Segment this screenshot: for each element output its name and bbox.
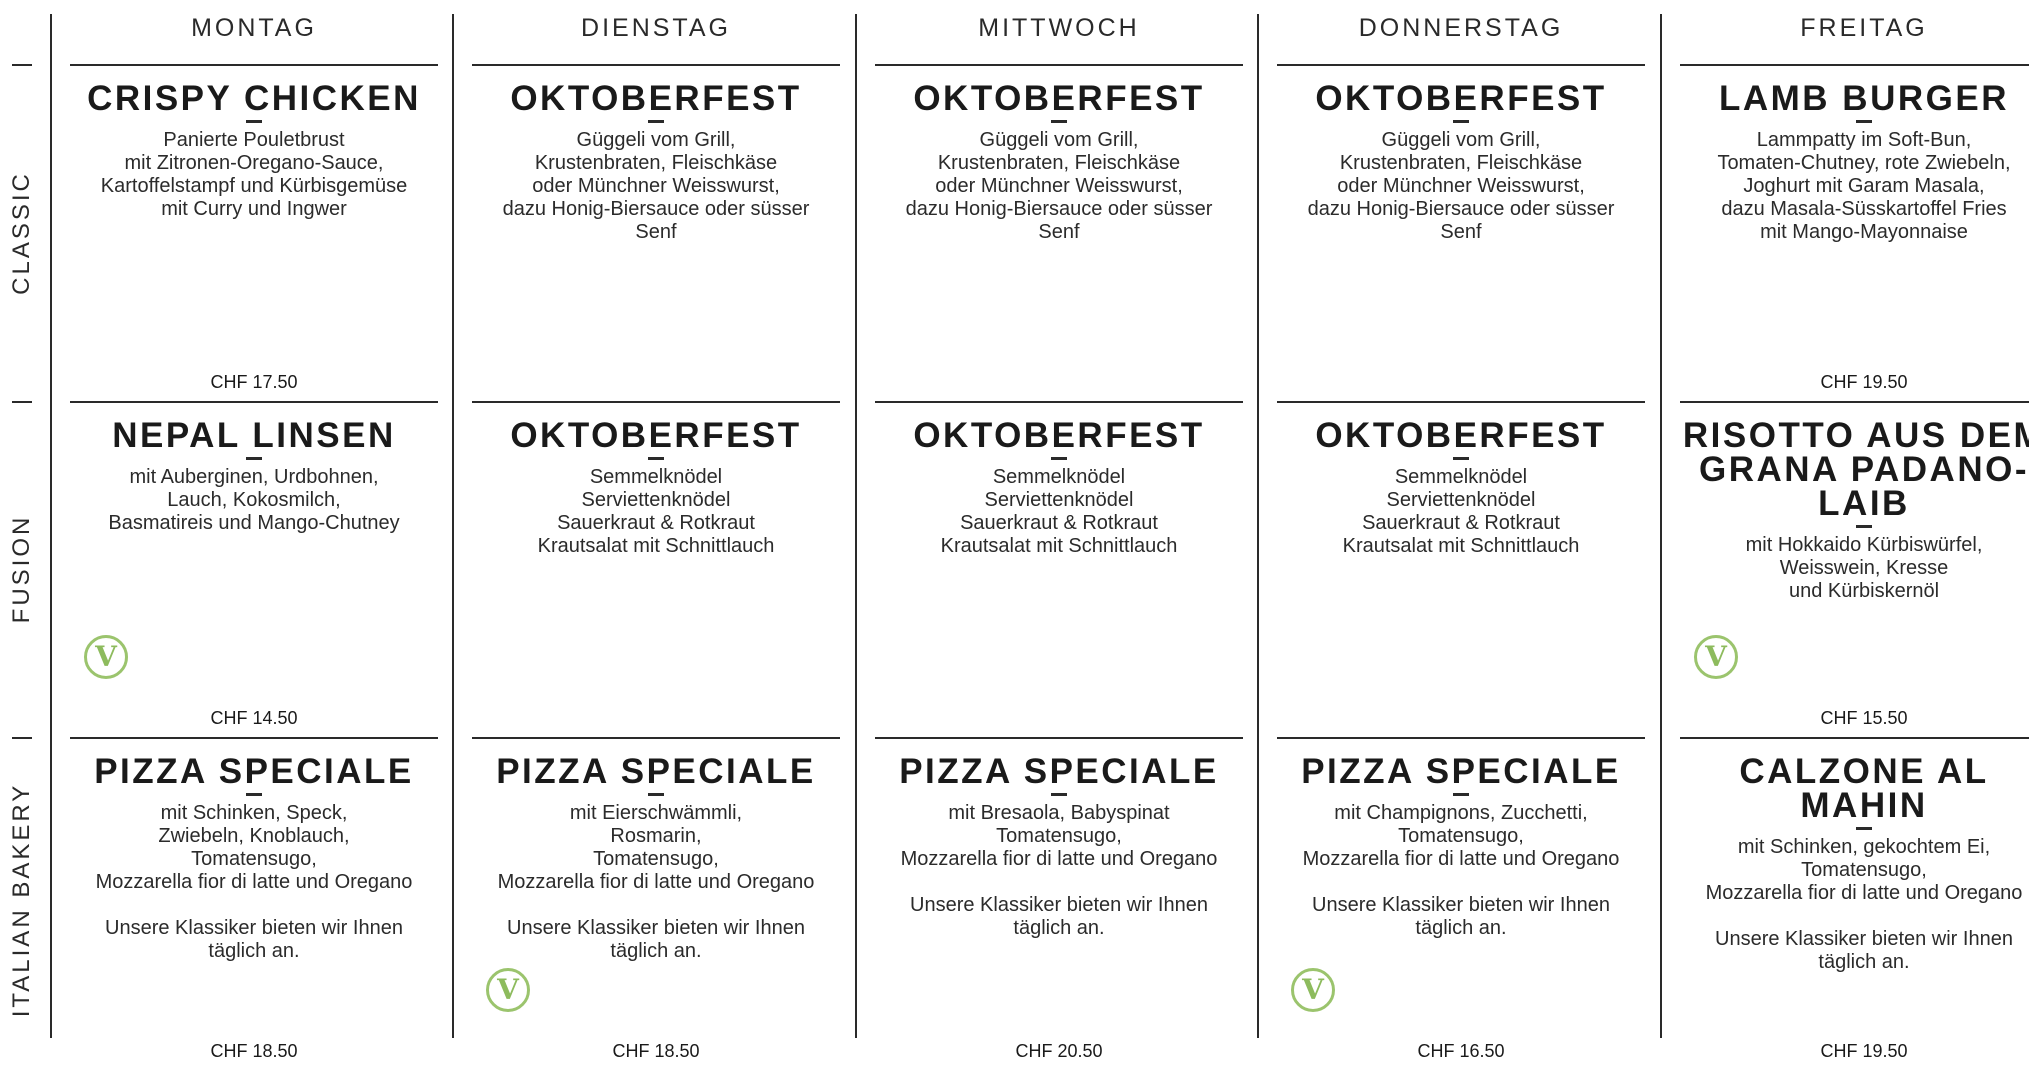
dish-price: CHF 15.50 xyxy=(1820,708,1908,728)
vegetarian-v-icon: V xyxy=(84,635,128,679)
title-underline xyxy=(648,120,664,123)
menu-item-card: CALZONE AL MAHIN mit Schinken, gekochtem … xyxy=(1680,737,2029,1070)
dish-price: CHF 18.50 xyxy=(210,1041,298,1061)
menu-item-card: OKTOBERFEST Semmelknödel Serviettenknödel… xyxy=(1277,401,1645,737)
title-underline xyxy=(1856,827,1872,830)
dish-note: Unsere Klassiker bieten wir Ihnen täglic… xyxy=(507,917,805,962)
menu-item-card: OKTOBERFEST Güggeli vom Grill, Krustenbra… xyxy=(1277,64,1645,401)
dish-note: Unsere Klassiker bieten wir Ihnen täglic… xyxy=(1715,928,2013,973)
column-divider xyxy=(50,14,52,1038)
dish-title: PIZZA SPECIALE xyxy=(496,752,816,791)
menu-item-card: PIZZA SPECIALE mit Champignons, Zucchetti… xyxy=(1277,737,1645,1070)
dish-price: CHF 16.50 xyxy=(1417,1041,1505,1061)
dish-title: OKTOBERFEST xyxy=(510,79,802,118)
dish-title: OKTOBERFEST xyxy=(1315,79,1607,118)
title-underline xyxy=(1856,525,1872,528)
menu-item-card: PIZZA SPECIALE mit Eierschwämmli, Rosmari… xyxy=(472,737,840,1070)
menu-item-card: OKTOBERFEST Güggeli vom Grill, Krustenbra… xyxy=(472,64,840,401)
column-divider xyxy=(452,14,454,1038)
dish-description: mit Schinken, gekochtem Ei, Tomatensugo,… xyxy=(1705,836,2023,904)
title-underline xyxy=(1856,120,1872,123)
menu-item-card: NEPAL LINSEN mit Auberginen, Urdbohnen, L… xyxy=(70,401,438,737)
dish-price: CHF 19.50 xyxy=(1820,372,1908,392)
vegetarian-v-icon: V xyxy=(1291,968,1335,1012)
column-divider xyxy=(1660,14,1662,1038)
title-underline xyxy=(1051,793,1067,796)
dish-title: CALZONE AL MAHIN xyxy=(1739,752,1989,825)
dish-title: PIZZA SPECIALE xyxy=(1301,752,1621,791)
dish-description: mit Schinken, Speck, Zwiebeln, Knoblauch… xyxy=(95,802,413,893)
title-underline xyxy=(1051,120,1067,123)
vegetarian-v-icon: V xyxy=(486,968,530,1012)
dish-description: Güggeli vom Grill, Krustenbraten, Fleisc… xyxy=(905,129,1213,243)
title-underline xyxy=(246,457,262,460)
dish-description: Semmelknödel Serviettenknödel Sauerkraut… xyxy=(1342,466,1580,557)
menu-item-card: CRISPY CHICKEN Panierte Pouletbrust mit Z… xyxy=(70,64,438,401)
dish-description: Lammpatty im Soft-Bun, Tomaten-Chutney, … xyxy=(1717,129,2011,243)
dish-description: Semmelknödel Serviettenknödel Sauerkraut… xyxy=(940,466,1178,557)
dish-description: mit Hokkaido Kürbiswürfel, Weisswein, Kr… xyxy=(1745,534,1983,602)
dish-title: OKTOBERFEST xyxy=(1315,416,1607,455)
dish-note: Unsere Klassiker bieten wir Ihnen täglic… xyxy=(105,917,403,962)
dish-title: OKTOBERFEST xyxy=(510,416,802,455)
title-underline xyxy=(1051,457,1067,460)
dish-title: NEPAL LINSEN xyxy=(112,416,396,455)
menu-item-card: OKTOBERFEST Semmelknödel Serviettenknödel… xyxy=(472,401,840,737)
title-underline xyxy=(1453,120,1469,123)
column-divider xyxy=(855,14,857,1038)
dish-price: CHF 18.50 xyxy=(612,1041,700,1061)
dish-price: CHF 19.50 xyxy=(1820,1041,1908,1061)
dish-price: CHF 20.50 xyxy=(1015,1041,1103,1061)
row-divider-tick xyxy=(12,64,32,66)
column-divider xyxy=(1257,14,1259,1038)
menu-item-card: OKTOBERFEST Semmelknödel Serviettenknödel… xyxy=(875,401,1243,737)
dish-price: CHF 17.50 xyxy=(210,372,298,392)
dish-note: Unsere Klassiker bieten wir Ihnen täglic… xyxy=(910,894,1208,939)
dish-description: Güggeli vom Grill, Krustenbraten, Fleisc… xyxy=(1307,129,1615,243)
dish-description: mit Bresaola, Babyspinat Tomatensugo, Mo… xyxy=(900,802,1218,870)
row-divider-tick xyxy=(12,401,32,403)
dish-title: RISOTTO AUS DEM GRANA PADANO-LAIB xyxy=(1682,416,2029,523)
row-divider-tick xyxy=(12,737,32,739)
title-underline xyxy=(246,120,262,123)
dish-description: Panierte Pouletbrust mit Zitronen-Oregan… xyxy=(100,129,408,220)
vegetarian-v-icon: V xyxy=(1694,635,1738,679)
day-header-dienstag: DIENSTAG xyxy=(581,14,731,42)
menu-item-card: OKTOBERFEST Güggeli vom Grill, Krustenbra… xyxy=(875,64,1243,401)
title-underline xyxy=(648,457,664,460)
dish-price: CHF 14.50 xyxy=(210,708,298,728)
title-underline xyxy=(246,793,262,796)
day-header-freitag: FREITAG xyxy=(1800,14,1928,42)
dish-title: PIZZA SPECIALE xyxy=(899,752,1219,791)
day-header-donnerstag: DONNERSTAG xyxy=(1358,14,1564,42)
dish-description: mit Auberginen, Urdbohnen, Lauch, Kokosm… xyxy=(108,466,400,534)
dish-description: Semmelknödel Serviettenknödel Sauerkraut… xyxy=(537,466,775,557)
dish-description: Güggeli vom Grill, Krustenbraten, Fleisc… xyxy=(502,129,810,243)
dish-note: Unsere Klassiker bieten wir Ihnen täglic… xyxy=(1312,894,1610,939)
menu-item-card: LAMB BURGER Lammpatty im Soft-Bun, Tomate… xyxy=(1680,64,2029,401)
dish-title: PIZZA SPECIALE xyxy=(94,752,414,791)
dish-title: OKTOBERFEST xyxy=(913,79,1205,118)
day-header-mittwoch: MITTWOCH xyxy=(978,14,1140,42)
category-label-text: CLASSIC xyxy=(8,171,35,295)
category-label-text: ITALIAN BAKERY xyxy=(8,782,35,1018)
menu-item-card: PIZZA SPECIALE mit Bresaola, Babyspinat T… xyxy=(875,737,1243,1070)
dish-description: mit Champignons, Zucchetti, Tomatensugo,… xyxy=(1302,802,1620,870)
dish-title: OKTOBERFEST xyxy=(913,416,1205,455)
day-header-montag: MONTAG xyxy=(191,14,317,42)
category-label-text: FUSION xyxy=(8,514,35,624)
menu-item-card: PIZZA SPECIALE mit Schinken, Speck, Zwieb… xyxy=(70,737,438,1070)
dish-title: CRISPY CHICKEN xyxy=(87,79,421,118)
title-underline xyxy=(1453,793,1469,796)
title-underline xyxy=(1453,457,1469,460)
dish-title: LAMB BURGER xyxy=(1719,79,2009,118)
menu-item-card: RISOTTO AUS DEM GRANA PADANO-LAIB mit Hok… xyxy=(1680,401,2029,737)
title-underline xyxy=(648,793,664,796)
dish-description: mit Eierschwämmli, Rosmarin, Tomatensugo… xyxy=(497,802,815,893)
